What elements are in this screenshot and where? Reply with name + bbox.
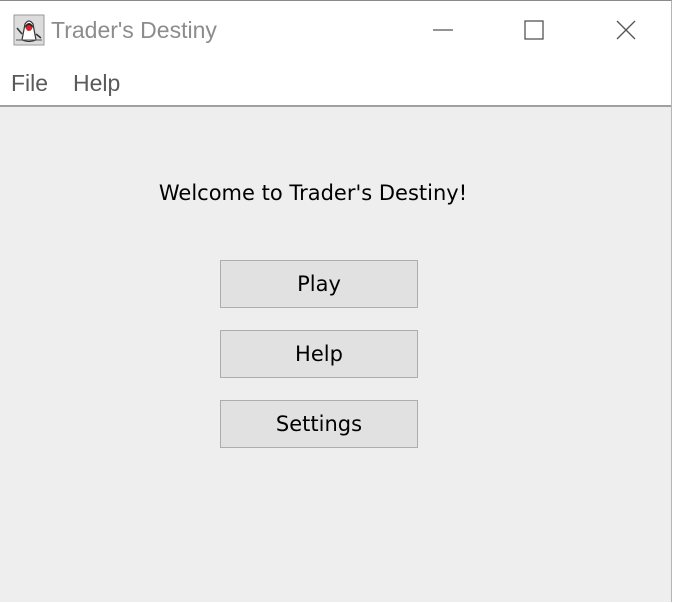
maximize-icon <box>524 20 544 40</box>
menu-file[interactable]: File <box>11 70 48 97</box>
title-bar[interactable]: Trader's Destiny <box>0 1 671 61</box>
app-window: Trader's Destiny File Help Welcome to Tr… <box>0 0 672 602</box>
main-panel: Welcome to Trader's Destiny! Play Help S… <box>0 107 671 602</box>
minimize-button[interactable] <box>397 1 489 59</box>
menu-bar: File Help <box>0 61 671 107</box>
maximize-button[interactable] <box>488 1 580 59</box>
minimize-icon <box>433 29 453 31</box>
close-button[interactable] <box>580 1 672 59</box>
menu-help[interactable]: Help <box>73 70 120 97</box>
settings-button[interactable]: Settings <box>220 400 418 448</box>
welcome-label: Welcome to Trader's Destiny! <box>158 181 468 205</box>
close-icon <box>616 20 636 40</box>
java-duke-icon[interactable] <box>13 14 45 46</box>
help-button[interactable]: Help <box>220 330 418 378</box>
play-button[interactable]: Play <box>220 260 418 308</box>
window-title: Trader's Destiny <box>51 17 217 43</box>
